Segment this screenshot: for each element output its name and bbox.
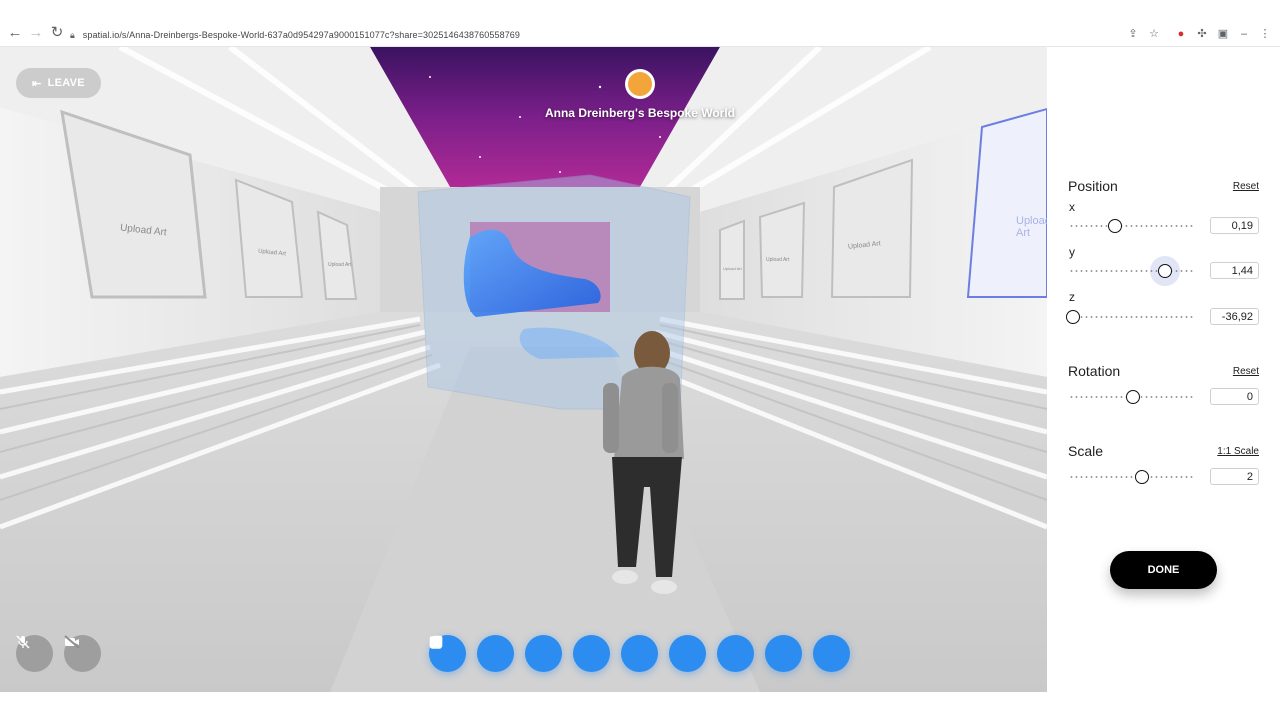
leave-label: LEAVE [47,77,85,89]
duplicate-icon[interactable] [429,635,706,672]
x-label: x [1069,200,1075,214]
world-title: Anna Dreinberg's Bespoke World [544,106,735,120]
scale-title: Scale [1068,443,1104,459]
z-input[interactable]: -36,92 [1210,308,1259,325]
scale-slider-knob[interactable] [1134,470,1149,484]
one-to-one-scale-link[interactable]: 1:1 Scale [1217,446,1259,457]
y-slider[interactable] [1069,264,1194,278]
trash-icon[interactable] [431,635,850,672]
opera-extension-icon[interactable]: ● [1174,27,1188,41]
scale-slider[interactable] [1069,470,1194,484]
browser-chrome: ← → ↻ 🔒︎ spatial.io/s/Anna-Dreinbergs-Be… [0,0,1280,47]
scale-input[interactable]: 2 [1210,468,1259,485]
menu-icon[interactable]: ⋮ [1258,27,1272,41]
leave-button[interactable]: ⇤ LEAVE [16,68,101,98]
sidepanel-icon[interactable]: ▣ [1216,27,1230,41]
rotation-input[interactable]: 0 [1210,388,1259,405]
lock-icon: 🔒︎ [70,29,75,40]
reload-icon[interactable]: ↻ [48,24,66,42]
world-viewport[interactable]: Upload Art Upload Art Upload Art Upload … [0,47,1047,692]
z-slider[interactable] [1065,310,1194,324]
y-label: y [1069,245,1075,259]
rotation-title: Rotation [1068,363,1121,379]
address-bar[interactable]: 🔒︎ spatial.io/s/Anna-Dreinbergs-Bespoke-… [70,25,1170,45]
object-toolbar [429,635,850,672]
frame-label: Upload Art [723,266,742,271]
rotation-slider-knob[interactable] [1125,390,1140,404]
image-icon[interactable] [430,635,754,672]
rotation-reset-link[interactable]: Reset [1233,366,1259,377]
exit-icon: ⇤ [32,77,42,90]
frame-label: Upload Art [328,262,352,268]
x-slider-knob[interactable] [1108,219,1123,233]
share-icon[interactable]: ⇪ [1126,27,1140,41]
y-slider-knob[interactable] [1158,264,1173,278]
forward-icon[interactable]: → [27,24,45,42]
frame-label: Upload Art [766,257,790,263]
camera-off-icon[interactable] [64,635,101,672]
transform-panel: Position Reset x 0,19 y 1,44 z -36,92 Ro… [1047,47,1280,692]
lock-icon[interactable] [430,635,514,672]
z-slider-knob[interactable] [1065,310,1080,324]
x-input[interactable]: 0,19 [1210,217,1259,234]
position-reset-link[interactable]: Reset [1233,181,1259,192]
back-icon[interactable]: ← [6,24,24,42]
frame-label: Upload Art [1016,215,1047,239]
corridor-illustration [0,47,1047,692]
frame-icon[interactable] [429,635,802,672]
y-input[interactable]: 1,44 [1210,262,1259,279]
url-text: spatial.io/s/Anna-Dreinbergs-Bespoke-Wor… [82,30,521,40]
rotation-slider[interactable] [1069,390,1194,404]
x-slider[interactable] [1069,219,1194,233]
star-icon[interactable]: ☆ [1147,27,1161,41]
bottom-strip [0,692,1280,720]
rotate-icon[interactable] [430,635,562,672]
z-label: z [1069,290,1075,304]
edit-icon[interactable] [431,635,610,672]
done-button[interactable]: DONE [1110,551,1217,589]
position-title: Position [1068,178,1118,194]
world-owner-avatar[interactable] [625,69,655,99]
mic-off-icon[interactable] [16,635,53,672]
minimize-icon[interactable]: – [1237,27,1251,41]
info-icon[interactable] [430,635,658,672]
puzzle-extension-icon[interactable]: ✣ [1195,27,1209,41]
